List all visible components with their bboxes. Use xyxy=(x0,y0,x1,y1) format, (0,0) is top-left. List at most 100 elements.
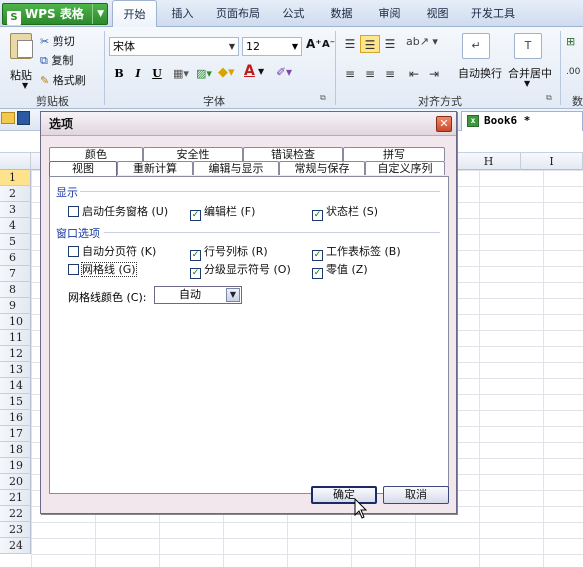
row-header[interactable]: 20 xyxy=(0,474,31,490)
tab-page-layout[interactable]: 页面布局 xyxy=(208,0,268,27)
font-size-select[interactable]: 12 ▼ xyxy=(242,37,302,56)
row-header[interactable]: 19 xyxy=(0,458,31,474)
paste-chevron-icon[interactable]: ▼ xyxy=(22,81,28,90)
tab-spelling[interactable]: 拼写 xyxy=(343,147,445,161)
checkbox-gridlines[interactable]: 网格线 (G) xyxy=(68,261,137,277)
underline-button[interactable]: U xyxy=(149,65,165,83)
text-orientation-icon[interactable]: ab↗ ▾ xyxy=(406,35,438,48)
align-left-icon[interactable]: ≡ xyxy=(340,65,360,83)
row-header[interactable]: 17 xyxy=(0,426,31,442)
close-icon[interactable]: ✕ xyxy=(436,116,452,132)
tab-view-options[interactable]: 视图 xyxy=(49,161,117,177)
border-icon[interactable]: ▦▾ xyxy=(173,67,189,80)
row-header[interactable]: 4 xyxy=(0,218,31,234)
checkbox-auto-page-break[interactable]: 自动分页符 (K) xyxy=(68,243,156,259)
row-header[interactable]: 3 xyxy=(0,202,31,218)
select-all-corner[interactable] xyxy=(0,153,31,170)
fill-color-icon[interactable]: ◆▾ xyxy=(218,65,235,80)
column-header-h[interactable]: H xyxy=(457,153,521,170)
group-divider xyxy=(104,31,105,105)
row-header[interactable]: 9 xyxy=(0,298,31,314)
tab-custom-lists[interactable]: 自定义序列 xyxy=(365,161,445,175)
decimal-icon[interactable]: .00 xyxy=(566,67,580,77)
format-painter-button[interactable]: ✎ 格式刷 xyxy=(40,72,86,88)
fill-pattern-icon[interactable]: ▨▾ xyxy=(196,67,212,80)
align-top-icon[interactable]: ☰ xyxy=(340,35,360,53)
chevron-down-icon[interactable]: ▼ xyxy=(258,67,264,76)
row-header[interactable]: 6 xyxy=(0,250,31,266)
checkbox-startup-taskpane[interactable]: 启动任务窗格 (U) xyxy=(68,203,168,219)
row-header[interactable]: 15 xyxy=(0,394,31,410)
tab-view[interactable]: 视图 xyxy=(415,0,460,27)
alignment-dialog-launcher-icon[interactable]: ⧉ xyxy=(546,93,552,103)
row-header[interactable]: 12 xyxy=(0,346,31,362)
grow-font-button[interactable]: A⁺ xyxy=(306,37,322,51)
tab-error-check[interactable]: 错误检查 xyxy=(243,147,343,161)
checkbox-status-bar[interactable]: ✓ 状态栏 (S) xyxy=(312,203,378,221)
increase-indent-icon[interactable]: ⇥ xyxy=(424,65,444,83)
open-folder-icon[interactable] xyxy=(1,112,15,124)
shrink-font-button[interactable]: A⁻ xyxy=(322,39,335,50)
font-name-select[interactable]: 宋体 ▼ xyxy=(109,37,239,56)
tab-review[interactable]: 审阅 xyxy=(367,0,412,27)
decrease-indent-icon[interactable]: ⇤ xyxy=(404,65,424,83)
paste-button[interactable]: 粘贴 xyxy=(10,67,32,83)
tab-color[interactable]: 颜色 xyxy=(49,147,143,161)
font-dialog-launcher-icon[interactable]: ⧉ xyxy=(320,93,326,103)
cut-button[interactable]: ✂ 剪切 xyxy=(40,33,75,49)
tab-formulas[interactable]: 公式 xyxy=(271,0,316,27)
row-header[interactable]: 8 xyxy=(0,282,31,298)
merge-center-icon[interactable]: T xyxy=(514,33,542,59)
wrap-text-button[interactable]: 自动换行 xyxy=(458,65,502,81)
chevron-down-icon[interactable]: ▼ xyxy=(524,79,530,88)
cancel-button[interactable]: 取消 xyxy=(383,486,449,504)
row-header[interactable]: 24 xyxy=(0,538,31,554)
tab-home[interactable]: 开始 xyxy=(112,0,157,28)
row-header[interactable]: 5 xyxy=(0,234,31,250)
row-header[interactable]: 1 xyxy=(0,170,31,186)
row-header[interactable]: 18 xyxy=(0,442,31,458)
app-menu-button[interactable]: S WPS 表格 ▼ xyxy=(2,3,108,25)
align-middle-icon[interactable]: ☰ xyxy=(360,35,380,53)
row-header[interactable]: 22 xyxy=(0,506,31,522)
row-header[interactable]: 21 xyxy=(0,490,31,506)
checkbox-row-col-headers[interactable]: ✓ 行号列标 (R) xyxy=(190,243,268,261)
workbook-tab[interactable]: x Book6 * xyxy=(461,111,583,131)
clear-format-icon[interactable]: ✐▾ xyxy=(276,65,292,79)
row-header[interactable]: 14 xyxy=(0,378,31,394)
tab-edit-display[interactable]: 编辑与显示 xyxy=(193,161,279,175)
chevron-down-icon[interactable]: ▼ xyxy=(92,4,104,24)
paste-icon[interactable] xyxy=(10,33,33,59)
row-header[interactable]: 23 xyxy=(0,522,31,538)
checkbox-sheet-tabs[interactable]: ✓ 工作表标签 (B) xyxy=(312,243,401,261)
row-header[interactable]: 16 xyxy=(0,410,31,426)
checkbox-outline-symbols[interactable]: ✓ 分级显示符号 (O) xyxy=(190,261,291,279)
align-right-icon[interactable]: ≡ xyxy=(380,65,400,83)
tab-security[interactable]: 安全性 xyxy=(143,147,243,161)
tab-insert[interactable]: 插入 xyxy=(160,0,205,27)
align-center-icon[interactable]: ≡ xyxy=(360,65,380,83)
tab-data[interactable]: 数据 xyxy=(319,0,364,27)
tab-general-save[interactable]: 常规与保存 xyxy=(279,161,365,175)
wrap-text-icon[interactable]: ↵ xyxy=(462,33,490,59)
row-header[interactable]: 11 xyxy=(0,330,31,346)
checkbox-formula-bar[interactable]: ✓ 编辑栏 (F) xyxy=(190,203,255,221)
number-format-icon[interactable]: ⊞ xyxy=(566,35,575,48)
tab-developer[interactable]: 开发工具 xyxy=(463,0,523,27)
row-header[interactable]: 10 xyxy=(0,314,31,330)
tab-recalculation[interactable]: 重新计算 xyxy=(117,161,193,175)
gridline-color-select[interactable]: 自动 ▼ xyxy=(154,286,242,304)
italic-button[interactable]: I xyxy=(130,65,146,83)
row-header[interactable]: 13 xyxy=(0,362,31,378)
number-group-label: 数 xyxy=(572,95,583,108)
column-header-i[interactable]: I xyxy=(521,153,583,170)
gridline-color-label: 网格线颜色 (C): xyxy=(68,291,147,304)
row-header[interactable]: 2 xyxy=(0,186,31,202)
copy-button[interactable]: ⧉ 复制 xyxy=(40,52,73,68)
checkbox-zero-values[interactable]: ✓ 零值 (Z) xyxy=(312,261,368,279)
row-header[interactable]: 7 xyxy=(0,266,31,282)
font-color-icon[interactable]: A xyxy=(244,63,255,79)
bold-button[interactable]: B xyxy=(111,65,127,83)
align-bottom-icon[interactable]: ☰ xyxy=(380,35,400,53)
save-icon[interactable] xyxy=(17,111,30,125)
